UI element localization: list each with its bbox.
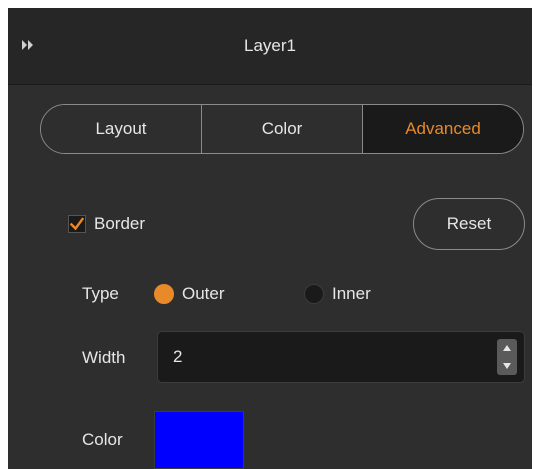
stepper-down-button[interactable] — [497, 357, 517, 375]
color-swatch[interactable] — [154, 411, 244, 469]
tab-advanced[interactable]: Advanced — [362, 105, 523, 153]
collapse-button[interactable] — [16, 30, 40, 60]
width-stepper[interactable] — [497, 339, 517, 375]
type-row: Type — [82, 282, 119, 306]
border-checkbox-row[interactable]: Border — [68, 212, 145, 236]
width-input[interactable]: 2 — [157, 331, 525, 383]
color-label: Color — [82, 430, 123, 449]
border-checkbox[interactable] — [68, 215, 86, 233]
panel-title-bar: Layer1 — [8, 8, 532, 85]
layer-properties-panel: Layer1 Layout Color Advanced Border Rese… — [8, 8, 532, 469]
checkmark-icon — [70, 217, 84, 231]
border-label: Border — [94, 214, 146, 233]
radio-outer-label: Outer — [182, 284, 225, 303]
radio-inner-label: Inner — [332, 284, 371, 303]
radio-inner[interactable]: Inner — [304, 282, 371, 306]
panel-title: Layer1 — [244, 36, 296, 55]
double-chevron-right-icon — [22, 40, 33, 50]
width-label: Width — [82, 348, 126, 367]
type-label: Type — [82, 284, 119, 303]
tab-color[interactable]: Color — [201, 105, 362, 153]
tab-bar: Layout Color Advanced — [40, 104, 524, 154]
triangle-down-icon — [503, 363, 511, 369]
width-value[interactable]: 2 — [173, 332, 182, 382]
radio-outer[interactable]: Outer — [154, 282, 225, 306]
radio-outer-dot[interactable] — [154, 284, 174, 304]
stepper-up-button[interactable] — [497, 339, 517, 357]
reset-button[interactable]: Reset — [413, 198, 525, 250]
triangle-up-icon — [503, 345, 511, 351]
radio-inner-dot[interactable] — [304, 284, 324, 304]
tab-layout[interactable]: Layout — [41, 105, 201, 153]
window-frame: Layer1 Layout Color Advanced Border Rese… — [0, 0, 548, 469]
